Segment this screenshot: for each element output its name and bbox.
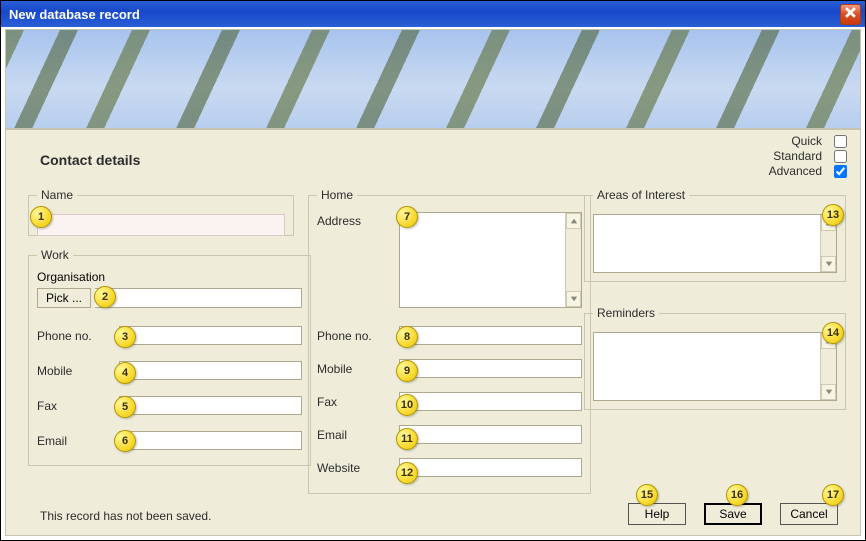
help-marker-1: 1 <box>30 206 52 228</box>
standard-checkbox[interactable] <box>834 150 847 163</box>
areas-fieldset: Areas of Interest <box>584 188 846 282</box>
work-email-input[interactable] <box>119 431 302 450</box>
advanced-label: Advanced <box>762 164 822 179</box>
help-marker-13: 13 <box>822 204 844 226</box>
home-legend: Home <box>317 188 357 202</box>
help-button[interactable]: Help <box>628 503 686 525</box>
work-legend: Work <box>37 248 73 262</box>
home-fax-label: Fax <box>317 395 399 409</box>
close-icon <box>845 7 856 21</box>
work-phone-label: Phone no. <box>37 329 119 343</box>
organisation-pick-button[interactable]: Pick ... <box>37 288 91 308</box>
view-mode-group: Quick Standard Advanced <box>762 134 850 179</box>
header-banner <box>5 29 861 129</box>
window-title: New database record <box>9 7 140 22</box>
help-marker-6: 6 <box>114 430 136 452</box>
work-fieldset: Work Organisation Pick ... Phone no. Mob… <box>28 248 311 466</box>
home-fieldset: Home Address Phone no. Mobile Fax Email <box>308 188 591 494</box>
scroll-up-icon[interactable] <box>566 213 581 229</box>
home-website-input[interactable] <box>399 458 582 477</box>
help-marker-17: 17 <box>822 484 844 506</box>
home-address-input[interactable] <box>399 212 582 308</box>
standard-label: Standard <box>762 149 822 164</box>
quick-label: Quick <box>762 134 822 149</box>
work-phone-input[interactable] <box>119 326 302 345</box>
work-mobile-label: Mobile <box>37 364 119 378</box>
help-marker-8: 8 <box>396 326 418 348</box>
home-phone-input[interactable] <box>399 326 582 345</box>
help-marker-4: 4 <box>114 362 136 384</box>
work-mobile-input[interactable] <box>119 361 302 380</box>
help-marker-12: 12 <box>396 462 418 484</box>
organisation-label: Organisation <box>37 270 302 284</box>
help-marker-10: 10 <box>396 394 418 416</box>
title-bar: New database record <box>1 1 865 27</box>
name-fieldset: Name <box>28 188 294 236</box>
form-area: Contact details Quick Standard Advanced … <box>5 129 861 536</box>
organisation-input[interactable] <box>95 288 302 308</box>
help-marker-9: 9 <box>396 360 418 382</box>
reminders-legend: Reminders <box>593 306 659 320</box>
scroll-down-icon[interactable] <box>566 291 581 307</box>
home-fax-input[interactable] <box>399 392 582 411</box>
work-fax-label: Fax <box>37 399 119 413</box>
help-marker-2: 2 <box>94 286 116 308</box>
name-input[interactable] <box>37 214 285 236</box>
home-email-input[interactable] <box>399 425 582 444</box>
name-legend: Name <box>37 188 77 202</box>
action-buttons: Help Save Cancel <box>628 503 838 525</box>
reminders-listbox[interactable] <box>593 332 837 401</box>
address-scrollbar[interactable] <box>565 213 581 307</box>
page-title: Contact details <box>40 152 140 168</box>
work-fax-input[interactable] <box>119 396 302 415</box>
help-marker-16: 16 <box>726 484 748 506</box>
work-email-label: Email <box>37 434 119 448</box>
advanced-checkbox[interactable] <box>834 165 847 178</box>
home-phone-label: Phone no. <box>317 329 399 343</box>
quick-checkbox[interactable] <box>834 135 847 148</box>
areas-legend: Areas of Interest <box>593 188 689 202</box>
scroll-down-icon[interactable] <box>821 256 836 272</box>
help-marker-3: 3 <box>114 326 136 348</box>
help-marker-11: 11 <box>396 428 418 450</box>
areas-listbox[interactable] <box>593 214 837 273</box>
close-button[interactable] <box>840 4 861 25</box>
home-mobile-label: Mobile <box>317 362 399 376</box>
help-marker-15: 15 <box>636 484 658 506</box>
home-mobile-input[interactable] <box>399 359 582 378</box>
reminders-fieldset: Reminders <box>584 306 846 410</box>
home-website-label: Website <box>317 461 399 475</box>
help-marker-5: 5 <box>114 396 136 418</box>
home-email-label: Email <box>317 428 399 442</box>
scroll-down-icon[interactable] <box>821 384 836 400</box>
cancel-button[interactable]: Cancel <box>780 503 838 525</box>
save-button[interactable]: Save <box>704 503 762 525</box>
help-marker-14: 14 <box>822 322 844 344</box>
home-address-label: Address <box>317 212 399 308</box>
help-marker-7: 7 <box>396 206 418 228</box>
status-text: This record has not been saved. <box>40 509 211 523</box>
